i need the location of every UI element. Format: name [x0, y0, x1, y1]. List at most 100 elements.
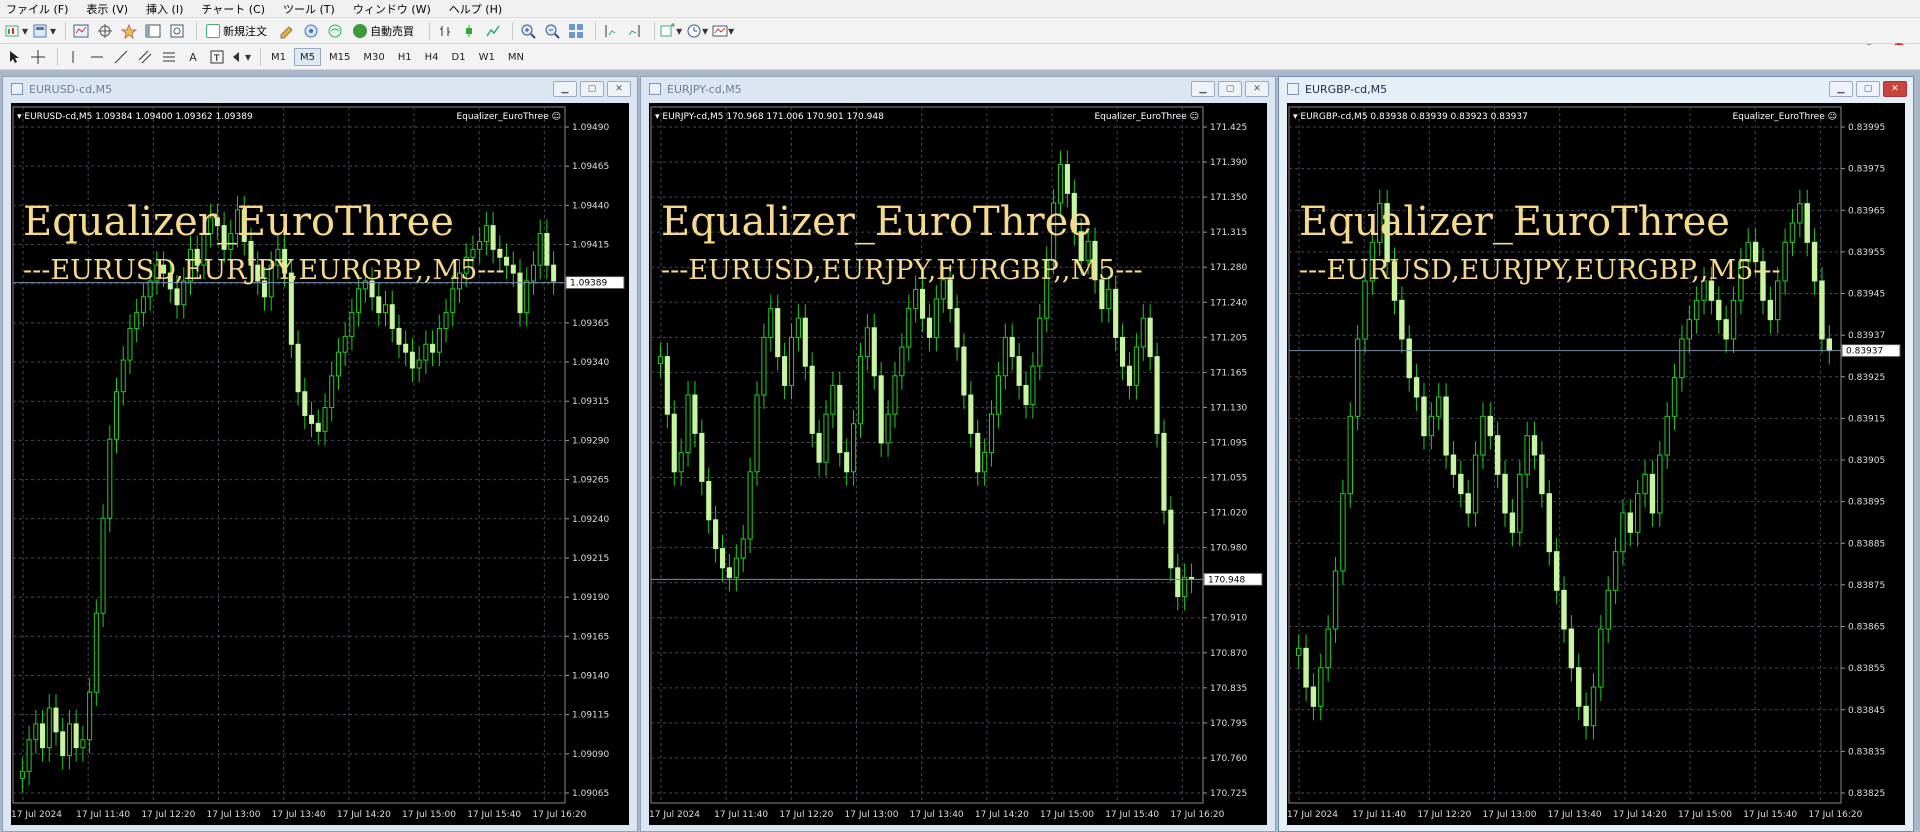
candle-body	[1524, 435, 1530, 475]
timeframe-m5[interactable]: M5	[294, 48, 322, 66]
y-tick-label: 0.83895	[1848, 498, 1885, 508]
menu-file[interactable]: ファイル (F)	[6, 1, 68, 17]
x-tick-label: 17 Jul 16:20	[1170, 810, 1224, 820]
timeframe-d1[interactable]: D1	[447, 48, 471, 66]
timeframe-mn[interactable]: MN	[503, 48, 529, 66]
close-icon[interactable]: ✕	[607, 81, 631, 97]
candle-body	[706, 480, 712, 521]
bar-chart-icon[interactable]	[435, 21, 455, 41]
terminal-icon[interactable]	[143, 21, 163, 41]
auto-trading-button[interactable]: 自動売買	[349, 21, 418, 41]
window-titlebar[interactable]: EURGBP-cd,M5 ▁ ▢ ✕	[1279, 77, 1913, 101]
minimize-icon[interactable]: ▁	[1829, 81, 1853, 97]
text-tool-icon[interactable]: A	[183, 47, 203, 67]
chart-canvas[interactable]: 0.83995 0.83975 0.83965 0.83955 0.83945 0.839…	[1287, 103, 1905, 825]
window-titlebar[interactable]: EURJPY-cd,M5 ▁ ▢ ✕	[641, 77, 1275, 101]
window-titlebar[interactable]: EURUSD-cd,M5 ▁ ▢ ✕	[3, 77, 637, 101]
candle-body	[1303, 647, 1309, 688]
candle-body	[1590, 686, 1597, 727]
candle-body	[699, 432, 705, 482]
metaeditor-icon[interactable]	[277, 21, 297, 41]
y-tick-label: 0.83937	[1848, 331, 1885, 341]
window-controls: ▁ ▢ ✕	[1826, 81, 1907, 97]
maximize-icon[interactable]: ▢	[1856, 81, 1880, 97]
candle-body	[754, 394, 760, 473]
chart-window-eurusd[interactable]: EURUSD-cd,M5 ▁ ▢ ✕ 1.09490 1.09465 1.09440…	[2, 76, 638, 832]
fibonacci-icon[interactable]	[159, 47, 179, 67]
candle-body	[1465, 493, 1471, 514]
menu-window[interactable]: ウィンドウ (W)	[353, 1, 431, 17]
chart-canvas[interactable]: 171.425 171.390 171.350 171.315 171.280 171.2…	[649, 103, 1267, 825]
timeframe-m15[interactable]: M15	[324, 48, 355, 66]
zoom-out-icon[interactable]	[542, 21, 562, 41]
timeframe-h4[interactable]: H4	[420, 48, 444, 66]
templates-icon[interactable]: ▾	[712, 21, 734, 41]
chart-window-eurjpy[interactable]: EURJPY-cd,M5 ▁ ▢ ✕ 171.425 171.390 171.350…	[640, 76, 1276, 832]
x-tick-label: 17 Jul 16:20	[532, 810, 586, 820]
indicators-icon[interactable]: ▾	[660, 21, 682, 41]
y-tick-label: 1.09215	[572, 554, 609, 564]
menu-view[interactable]: 表示 (V)	[86, 1, 128, 17]
candle-body	[1730, 299, 1737, 340]
candle-body	[1576, 667, 1582, 707]
chart-window-eurgbp[interactable]: EURGBP-cd,M5 ▁ ▢ ✕ 0.83995 0.83975 0.83965…	[1278, 76, 1914, 832]
x-tick-label: 17 Jul 13:40	[272, 810, 326, 820]
menu-tools[interactable]: ツール (T)	[283, 1, 335, 17]
overlay-title: Equalizer_EuroThree	[23, 199, 454, 245]
timeframe-m30[interactable]: M30	[358, 48, 389, 66]
timeframe-w1[interactable]: W1	[474, 48, 500, 66]
candle-body	[1175, 567, 1181, 598]
tile-windows-icon[interactable]	[566, 21, 586, 41]
crosshair-tool-icon[interactable]	[28, 47, 48, 67]
maximize-icon[interactable]: ▢	[1218, 81, 1242, 97]
close-icon[interactable]: ✕	[1245, 81, 1269, 97]
market-icon[interactable]	[325, 21, 345, 41]
drawing-toolbar: A T ▾ M1 M5 M15 M30 H1 H4 D1 W1 MN	[0, 45, 1920, 70]
price-chart[interactable]: 171.425 171.390 171.350 171.315 171.280 171.2…	[649, 103, 1267, 825]
market-watch-icon[interactable]	[71, 21, 91, 41]
line-chart-icon[interactable]	[483, 21, 503, 41]
zoom-in-icon[interactable]	[518, 21, 538, 41]
candle-body	[477, 240, 483, 250]
menu-charts[interactable]: チャート (C)	[201, 1, 265, 17]
candle-body	[982, 452, 988, 473]
menu-insert[interactable]: 挿入 (I)	[146, 1, 183, 17]
profiles-icon[interactable]: ▾	[32, 21, 56, 41]
chart-canvas[interactable]: 1.094901.094651.094401.094151.093901.093…	[11, 103, 629, 825]
arrows-icon[interactable]: ▾	[231, 47, 251, 67]
maximize-icon[interactable]: ▢	[580, 81, 604, 97]
periods-icon[interactable]: ▾	[686, 21, 708, 41]
text-label-icon[interactable]: T	[207, 47, 227, 67]
crosshair-icon[interactable]	[95, 21, 115, 41]
horizontal-line-icon[interactable]	[87, 47, 107, 67]
candle-body	[1057, 164, 1064, 204]
new-chart-icon[interactable]: ▾	[4, 21, 28, 41]
candle-body	[430, 343, 436, 353]
strategy-tester-icon[interactable]	[167, 21, 187, 41]
candle-body	[1546, 493, 1552, 553]
vertical-line-icon[interactable]	[63, 47, 83, 67]
timeframe-m1[interactable]: M1	[266, 48, 291, 66]
candle-body	[1436, 396, 1442, 417]
candlestick-icon[interactable]	[459, 21, 479, 41]
menu-help[interactable]: ヘルプ (H)	[449, 1, 502, 17]
minimize-icon[interactable]: ▁	[1191, 81, 1215, 97]
auto-scroll-icon[interactable]	[601, 21, 621, 41]
chart-shift-icon[interactable]	[625, 21, 645, 41]
price-chart[interactable]: 1.094901.094651.094401.094151.093901.093…	[11, 103, 629, 825]
trendline-icon[interactable]	[111, 47, 131, 67]
new-order-button[interactable]: 新規注文	[202, 21, 271, 41]
cursor-icon[interactable]	[4, 47, 24, 67]
minimize-icon[interactable]: ▁	[553, 81, 577, 97]
candle-body	[761, 336, 767, 396]
candle-body	[490, 225, 496, 250]
close-icon[interactable]: ✕	[1883, 81, 1907, 97]
signals-icon[interactable]	[301, 21, 321, 41]
timeframe-h1[interactable]: H1	[393, 48, 417, 66]
price-chart[interactable]: 0.83995 0.83975 0.83965 0.83955 0.83945 0.839…	[1287, 103, 1905, 825]
channel-icon[interactable]	[135, 47, 155, 67]
candle-body	[1016, 356, 1022, 386]
candle-body	[1494, 435, 1501, 475]
navigator-icon[interactable]	[119, 21, 139, 41]
candle-body	[823, 413, 829, 463]
